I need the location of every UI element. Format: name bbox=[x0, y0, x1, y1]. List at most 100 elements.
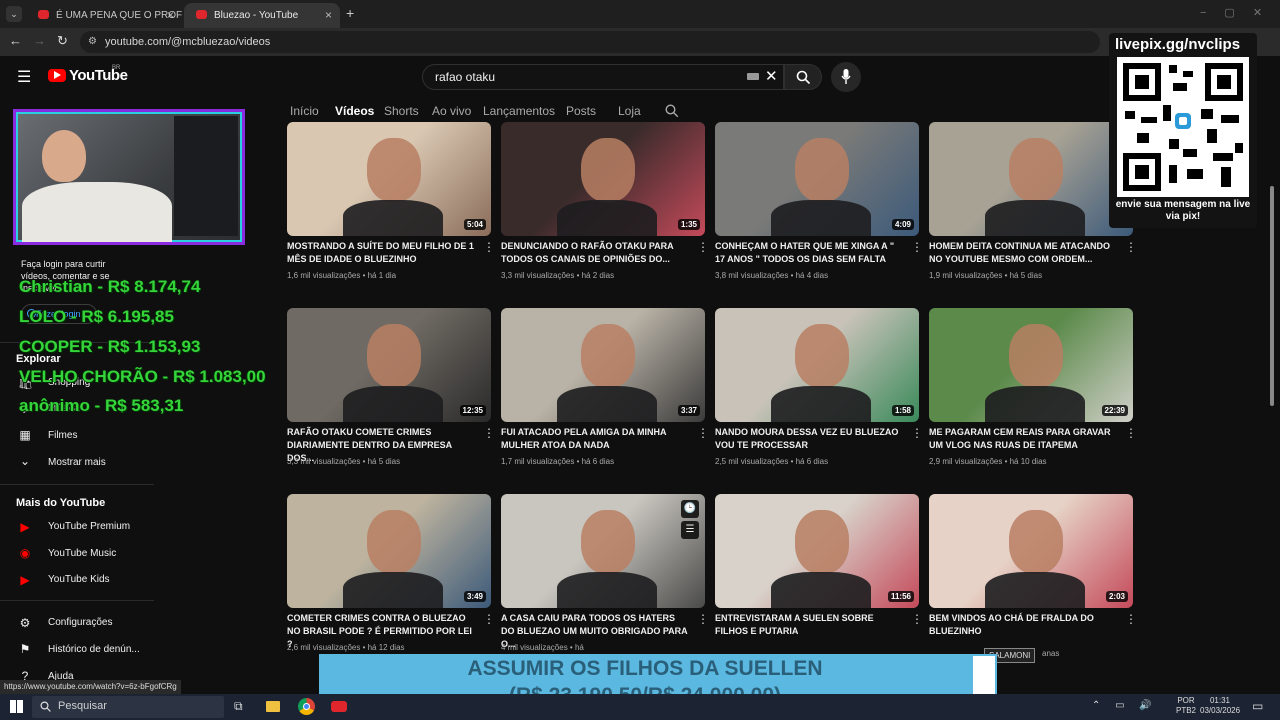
video-card[interactable]: 3:37 FUI ATACADO PELA AMIGA DA MINHA MULH… bbox=[501, 308, 709, 476]
tab-list-icon[interactable]: ⌄ bbox=[6, 6, 22, 22]
clock-time: 01:31 bbox=[1209, 696, 1231, 705]
more-options-icon[interactable]: ⋮ bbox=[483, 240, 495, 254]
sidebar-item-configuracoes[interactable]: Configurações bbox=[48, 617, 112, 628]
tab-shorts[interactable]: Shorts bbox=[384, 104, 419, 118]
tab-videos[interactable]: Vídeos bbox=[335, 104, 374, 118]
voice-search-button[interactable] bbox=[831, 62, 861, 92]
video-card[interactable]: 12:35 RAFÃO OTAKU COMETE CRIMES DIARIAMEN… bbox=[287, 308, 495, 476]
video-card[interactable]: 22:39 ME PAGARAM CEM REAIS PARA GRAVAR UM… bbox=[929, 308, 1137, 476]
more-options-icon[interactable]: ⋮ bbox=[1125, 612, 1137, 626]
site-info-icon[interactable]: ⚙ bbox=[88, 36, 97, 47]
youtube-kids-icon: ▶ bbox=[20, 573, 30, 587]
watch-later-icon[interactable]: 🕒 bbox=[681, 500, 699, 518]
task-view-icon[interactable]: ⧉ bbox=[234, 699, 243, 714]
file-explorer-icon[interactable] bbox=[266, 701, 280, 712]
tab-lancamentos[interactable]: Lançamentos bbox=[483, 104, 555, 118]
more-options-icon[interactable]: ⋮ bbox=[483, 426, 495, 440]
tab-inicio[interactable]: Início bbox=[290, 104, 319, 118]
keyboard-icon[interactable] bbox=[747, 73, 759, 80]
video-thumbnail[interactable]: 22:39 bbox=[929, 308, 1133, 422]
video-title[interactable]: MOSTRANDO A SUÍTE DO MEU FILHO DE 1 MÊS … bbox=[287, 240, 475, 266]
browser-tab-1[interactable]: É UMA PENA QUE O PROFETA I × bbox=[26, 3, 182, 28]
more-options-icon[interactable]: ⋮ bbox=[697, 240, 709, 254]
channel-search-icon[interactable] bbox=[665, 104, 679, 118]
search-button[interactable] bbox=[784, 64, 822, 90]
more-options-icon[interactable]: ⋮ bbox=[911, 426, 923, 440]
more-options-icon[interactable]: ⋮ bbox=[1125, 426, 1137, 440]
video-title[interactable]: BEM VINDOS AO CHÁ DE FRALDA DO BLUEZINHO bbox=[929, 612, 1117, 638]
back-icon[interactable]: ← bbox=[9, 33, 22, 48]
tab-loja[interactable]: Loja bbox=[618, 104, 641, 118]
video-title[interactable]: ME PAGARAM CEM REAIS PARA GRAVAR UM VLOG… bbox=[929, 426, 1117, 452]
video-title[interactable]: HOMEM DEITA CONTINUA ME ATACANDO NO YOUT… bbox=[929, 240, 1117, 266]
video-card[interactable]: HOMEM DEITA CONTINUA ME ATACANDO NO YOUT… bbox=[929, 122, 1137, 290]
add-to-queue-icon[interactable]: ☰ bbox=[681, 521, 699, 539]
video-thumbnail[interactable] bbox=[929, 122, 1133, 236]
video-thumbnail[interactable] bbox=[501, 494, 705, 608]
taskbar-search-input[interactable]: Pesquisar bbox=[32, 696, 224, 718]
video-thumbnail[interactable]: 3:49 bbox=[287, 494, 491, 608]
video-thumbnail[interactable]: 1:35 bbox=[501, 122, 705, 236]
tab-posts[interactable]: Posts bbox=[566, 104, 596, 118]
window-controls[interactable]: −▢✕ bbox=[1200, 6, 1280, 19]
more-options-icon[interactable]: ⋮ bbox=[697, 612, 709, 626]
video-thumbnail[interactable]: 4:09 bbox=[715, 122, 919, 236]
clear-search-icon[interactable]: ✕ bbox=[765, 67, 778, 85]
video-card[interactable]: 11:56 ENTREVISTARAM A SUELEN SOBRE FILHOS… bbox=[715, 494, 923, 662]
language-indicator[interactable]: POR PTB2 bbox=[1176, 696, 1196, 716]
video-duration: 3:49 bbox=[463, 591, 486, 602]
more-options-icon[interactable]: ⋮ bbox=[911, 240, 923, 254]
more-options-icon[interactable]: ⋮ bbox=[697, 426, 709, 440]
youtube-favicon-icon bbox=[196, 10, 207, 19]
menu-icon[interactable]: ☰ bbox=[17, 67, 31, 87]
more-options-icon[interactable]: ⋮ bbox=[483, 612, 495, 626]
tray-icons[interactable]: ⌃ ▭ 🔊 bbox=[1092, 700, 1158, 711]
donor-entry: Christian - R$ 8.174,74 bbox=[19, 277, 201, 296]
more-options-icon[interactable]: ⋮ bbox=[911, 612, 923, 626]
scrollbar[interactable] bbox=[1270, 186, 1274, 406]
youtube-app-icon[interactable] bbox=[331, 701, 347, 712]
video-title[interactable]: NANDO MOURA DESSA VEZ EU BLUEZAO VOU TE … bbox=[715, 426, 903, 452]
sidebar-item-youtube-kids[interactable]: YouTube Kids bbox=[48, 574, 110, 585]
video-title[interactable]: CONHEÇAM O HATER QUE ME XINGA A " 17 ANO… bbox=[715, 240, 903, 266]
tab-ao-vivo[interactable]: Ao vivo bbox=[432, 104, 471, 118]
video-thumbnail[interactable]: 3:37 bbox=[501, 308, 705, 422]
sidebar-item-historico[interactable]: Histórico de denún... bbox=[48, 644, 140, 655]
close-tab-icon[interactable]: × bbox=[325, 8, 332, 22]
sidebar-item-filmes[interactable]: Filmes bbox=[48, 430, 77, 441]
close-tab-icon[interactable]: × bbox=[167, 8, 174, 22]
sidebar-item-youtube-premium[interactable]: YouTube Premium bbox=[48, 521, 130, 532]
video-card[interactable]: 2:03 BEM VINDOS AO CHÁ DE FRALDA DO BLUEZ… bbox=[929, 494, 1137, 662]
film-icon: ▦ bbox=[19, 428, 31, 442]
video-thumbnail[interactable]: 2:03 bbox=[929, 494, 1133, 608]
browser-tab-2[interactable]: Bluezao - YouTube × bbox=[184, 3, 340, 28]
video-thumbnail[interactable]: 11:56 bbox=[715, 494, 919, 608]
video-card[interactable]: A CASA CAIU PARA TODOS OS HATERS DO BLUE… bbox=[501, 494, 709, 662]
qr-code-icon bbox=[1123, 63, 1243, 191]
address-bar: ← → ↻ ⚙ youtube.com/@mcbluezao/videos bbox=[0, 28, 1280, 56]
notifications-icon[interactable]: ▭ bbox=[1252, 699, 1263, 713]
url-field[interactable]: ⚙ youtube.com/@mcbluezao/videos bbox=[80, 31, 1100, 53]
video-card[interactable]: 1:35 DENUNCIANDO O RAFÃO OTAKU PARA TODOS… bbox=[501, 122, 709, 290]
video-card[interactable]: 5:04 MOSTRANDO A SUÍTE DO MEU FILHO DE 1 … bbox=[287, 122, 495, 290]
new-tab-button[interactable]: + bbox=[346, 5, 354, 21]
video-card[interactable]: 1:58 NANDO MOURA DESSA VEZ EU BLUEZAO VOU… bbox=[715, 308, 923, 476]
video-thumbnail[interactable]: 1:58 bbox=[715, 308, 919, 422]
video-card[interactable]: 4:09 CONHEÇAM O HATER QUE ME XINGA A " 17… bbox=[715, 122, 923, 290]
video-title[interactable]: DENUNCIANDO O RAFÃO OTAKU PARA TODOS OS … bbox=[501, 240, 689, 266]
qr-code bbox=[1117, 57, 1249, 197]
video-title[interactable]: FUI ATACADO PELA AMIGA DA MINHA MULHER A… bbox=[501, 426, 689, 452]
clock[interactable]: 01:31 03/03/2026 bbox=[1200, 696, 1240, 716]
video-title[interactable]: ENTREVISTARAM A SUELEN SOBRE FILHOS E PU… bbox=[715, 612, 903, 638]
video-card[interactable]: 3:49 COMETER CRIMES CONTRA O BLUEZAO NO B… bbox=[287, 494, 495, 662]
video-thumbnail[interactable]: 5:04 bbox=[287, 122, 491, 236]
reload-icon[interactable]: ↻ bbox=[57, 33, 68, 49]
windows-start-icon[interactable] bbox=[10, 700, 23, 713]
forward-icon[interactable]: → bbox=[33, 33, 46, 48]
clock-date: 03/03/2026 bbox=[1200, 706, 1241, 715]
more-options-icon[interactable]: ⋮ bbox=[1125, 240, 1137, 254]
video-thumbnail[interactable]: 12:35 bbox=[287, 308, 491, 422]
sidebar-item-mostrar-mais[interactable]: Mostrar mais bbox=[48, 457, 106, 468]
search-input[interactable]: rafao otaku ✕ bbox=[422, 64, 784, 90]
sidebar-item-youtube-music[interactable]: YouTube Music bbox=[48, 548, 116, 559]
